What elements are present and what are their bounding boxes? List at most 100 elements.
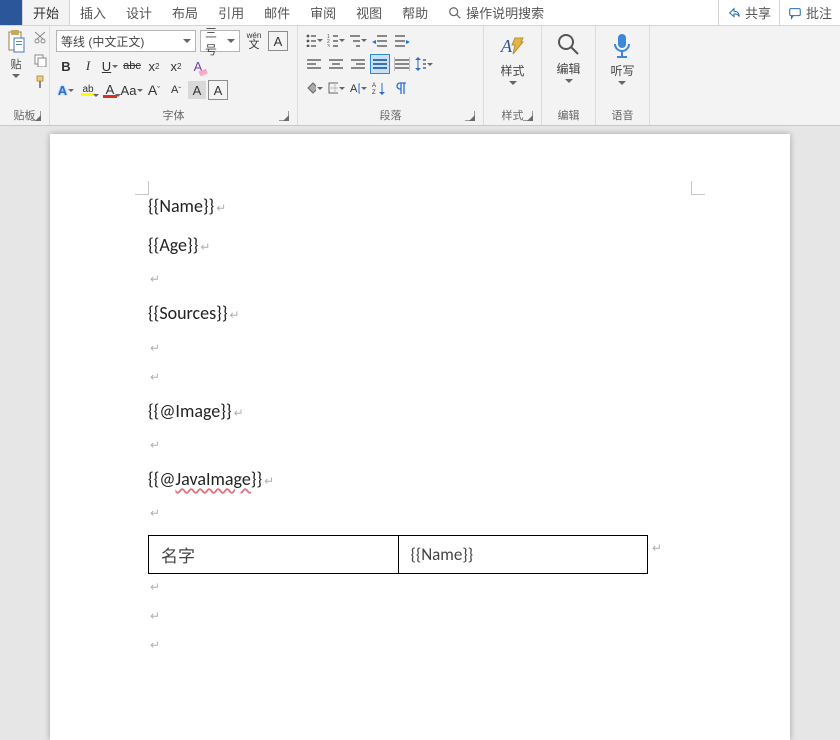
align-center-button[interactable] — [326, 54, 346, 74]
dictate-button[interactable]: 听写 — [606, 30, 638, 105]
file-tab[interactable] — [0, 0, 22, 25]
document-line[interactable]: {{Age}}↵ — [148, 233, 692, 258]
copy-button[interactable] — [32, 52, 48, 68]
char-shading-button[interactable]: A — [188, 81, 206, 99]
share-label: 共享 — [745, 3, 771, 22]
group-label-voice: 语音 — [602, 105, 643, 125]
tab-home[interactable]: 开始 — [22, 0, 70, 25]
dialog-launcher-icon[interactable] — [279, 111, 289, 121]
styles-button[interactable]: A 样式 — [495, 30, 531, 105]
bold-button[interactable]: B — [56, 56, 76, 76]
paste-label: 贴 — [11, 56, 22, 72]
comments-label: 批注 — [806, 3, 832, 22]
increase-indent-button[interactable] — [392, 30, 412, 50]
multilevel-icon — [349, 33, 360, 47]
tab-help[interactable]: 帮助 — [392, 0, 438, 25]
font-color-button[interactable]: A — [100, 80, 120, 100]
borders-icon — [327, 81, 338, 95]
comment-icon — [788, 6, 802, 20]
svg-text:A: A — [500, 36, 513, 56]
document-line[interactable]: {{@JavaImage}}↵ — [148, 467, 692, 492]
tab-view[interactable]: 视图 — [346, 0, 392, 25]
clear-formatting-button[interactable]: A — [188, 56, 208, 76]
brush-icon — [33, 75, 47, 89]
sort-button[interactable]: AZ — [370, 78, 390, 98]
show-marks-button[interactable] — [392, 78, 412, 98]
asian-layout-button[interactable]: A — [348, 78, 368, 98]
align-left-button[interactable] — [304, 54, 324, 74]
numbering-icon: 123 — [327, 33, 338, 47]
underline-button[interactable]: U — [100, 56, 120, 76]
paste-button[interactable]: 贴 — [6, 30, 26, 78]
document-line[interactable]: {{Sources}}↵ — [148, 301, 692, 326]
dialog-launcher-icon[interactable] — [465, 111, 475, 121]
align-justify-button[interactable] — [370, 54, 390, 74]
font-size-value: 三号 — [205, 24, 227, 58]
copy-icon — [33, 53, 47, 67]
search-icon — [448, 6, 462, 20]
tab-layout[interactable]: 布局 — [162, 0, 208, 25]
document-line[interactable]: {{Name}}↵ — [148, 194, 692, 219]
table-cell[interactable]: 名字 — [149, 535, 399, 573]
styles-icon: A — [499, 32, 527, 60]
font-size-combo[interactable]: 三号 — [200, 30, 240, 52]
shrink-font-button[interactable]: Aˇ — [166, 80, 186, 100]
phonetic-guide-button[interactable]: wén 文 — [244, 31, 264, 51]
line-spacing-button[interactable] — [414, 54, 434, 74]
group-editing: 编辑 编辑 — [542, 26, 596, 125]
multilevel-list-button[interactable] — [348, 30, 368, 50]
asian-layout-icon: A — [349, 81, 360, 95]
svg-text:A: A — [350, 83, 358, 95]
italic-button[interactable]: I — [78, 56, 98, 76]
tab-mail[interactable]: 邮件 — [254, 0, 300, 25]
char-border-button[interactable]: A — [268, 31, 288, 51]
tab-insert[interactable]: 插入 — [70, 0, 116, 25]
enclose-chars-button[interactable]: A — [208, 80, 228, 100]
strikethrough-button[interactable]: abc — [122, 56, 142, 76]
format-painter-button[interactable] — [32, 74, 48, 90]
grow-font-button[interactable]: Aˇ — [144, 80, 164, 100]
paragraph-mark-icon: ↵ — [150, 580, 692, 595]
align-distributed-button[interactable] — [392, 54, 412, 74]
tab-references[interactable]: 引用 — [208, 0, 254, 25]
font-name-combo[interactable]: 等线 (中文正文) — [56, 30, 196, 52]
comments-button[interactable]: 批注 — [779, 0, 840, 25]
tell-me-search[interactable]: 操作说明搜索 — [438, 0, 554, 25]
text-effects-button[interactable]: A — [56, 80, 76, 100]
numbering-button[interactable]: 123 — [326, 30, 346, 50]
shading-button[interactable] — [304, 78, 324, 98]
editing-button[interactable]: 编辑 — [552, 30, 586, 105]
subscript-button[interactable]: x2 — [144, 56, 164, 76]
align-right-button[interactable] — [348, 54, 368, 74]
superscript-button[interactable]: x2 — [166, 56, 186, 76]
chevron-down-icon — [339, 87, 345, 90]
microphone-icon — [611, 32, 633, 60]
tab-review[interactable]: 审阅 — [300, 0, 346, 25]
chevron-down-icon — [115, 94, 121, 97]
tab-design[interactable]: 设计 — [116, 0, 162, 25]
highlight-button[interactable]: ab — [78, 80, 98, 100]
table-cell[interactable]: {{Name}} — [398, 535, 648, 573]
margin-guide-icon — [691, 181, 705, 195]
table-row[interactable]: 名字 {{Name}} — [149, 535, 648, 573]
paragraph-mark-icon: ↵ — [229, 308, 239, 325]
document-line[interactable]: {{@Image}}↵ — [148, 399, 692, 424]
chevron-down-icon — [361, 39, 367, 42]
indent-icon — [394, 33, 410, 47]
margin-guide-icon — [135, 181, 149, 195]
bullets-button[interactable] — [304, 30, 324, 50]
cut-button[interactable] — [32, 30, 48, 46]
document-canvas[interactable]: {{Name}}↵ {{Age}}↵ ↵ {{Sources}}↵ ↵ ↵ {{… — [0, 126, 840, 740]
document-page[interactable]: {{Name}}↵ {{Age}}↵ ↵ {{Sources}}↵ ↵ ↵ {{… — [50, 134, 790, 740]
paragraph-mark-icon: ↵ — [150, 638, 692, 653]
decrease-indent-button[interactable] — [370, 30, 390, 50]
paragraph-mark-icon: ↵ — [200, 240, 210, 257]
group-voice: 听写 语音 — [596, 26, 650, 125]
share-button[interactable]: 共享 — [718, 0, 779, 25]
borders-button[interactable] — [326, 78, 346, 98]
document-table[interactable]: 名字 {{Name}} — [148, 535, 648, 574]
dialog-launcher-icon[interactable] — [31, 111, 41, 121]
chevron-down-icon — [509, 81, 517, 85]
dialog-launcher-icon[interactable] — [523, 111, 533, 121]
change-case-button[interactable]: Aa — [122, 80, 142, 100]
